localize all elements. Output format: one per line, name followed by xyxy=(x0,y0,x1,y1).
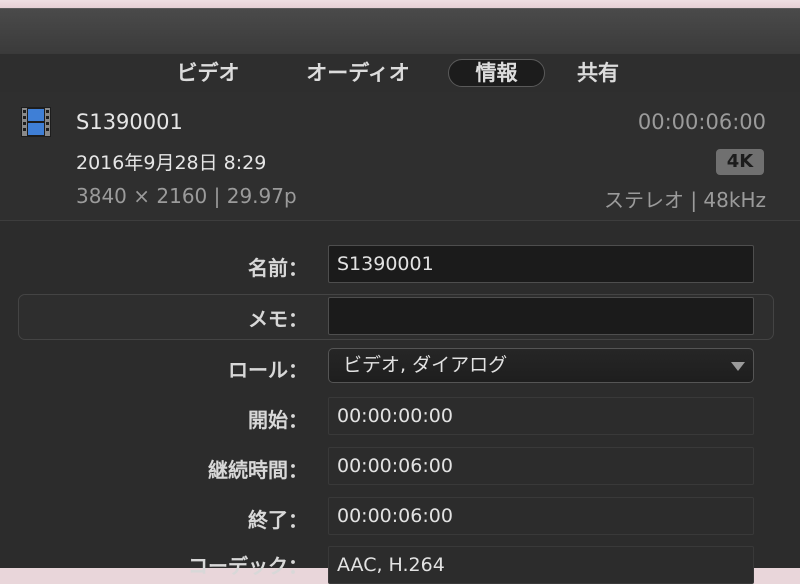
resolution-badge: 4K xyxy=(716,149,764,175)
end-field: 00:00:06:00 xyxy=(328,497,754,535)
end-label: 終了： xyxy=(248,508,308,532)
clip-audio-format: ステレオ | 48kHz xyxy=(603,188,766,212)
clip-summary-header: S1390001 00:00:06:00 2016年9月28日 8:29 4K … xyxy=(0,92,800,221)
name-label: 名前： xyxy=(248,256,308,280)
role-label: ロール： xyxy=(228,358,308,382)
role-value: ビデオ, ダイアログ xyxy=(343,354,508,376)
tab-audio[interactable]: オーディオ xyxy=(292,59,424,87)
start-field: 00:00:00:00 xyxy=(328,397,754,435)
name-value: S1390001 xyxy=(337,253,434,275)
film-clip-icon xyxy=(21,107,51,137)
memo-field[interactable] xyxy=(328,297,754,335)
tab-video[interactable]: ビデオ xyxy=(168,59,248,87)
codec-value: AAC, H.264 xyxy=(337,554,445,576)
desktop-background-strip xyxy=(0,0,800,8)
window-titlebar xyxy=(0,8,800,55)
clip-name: S1390001 xyxy=(76,110,183,134)
tab-share[interactable]: 共有 xyxy=(566,59,630,87)
memo-label: メモ： xyxy=(248,307,308,331)
chevron-down-icon xyxy=(731,362,745,371)
info-inspector: ビデオ オーディオ 情報 共有 S1390001 00:00:06:00 201… xyxy=(0,54,800,584)
name-field[interactable]: S1390001 xyxy=(328,245,754,283)
clip-date: 2016年9月28日 8:29 xyxy=(76,152,267,174)
tab-info[interactable]: 情報 xyxy=(448,59,545,87)
codec-field: AAC, H.264 xyxy=(328,546,754,584)
duration-value: 00:00:06:00 xyxy=(337,455,453,477)
start-label: 開始： xyxy=(248,408,308,432)
end-value: 00:00:06:00 xyxy=(337,505,453,527)
inspector-tab-bar: ビデオ オーディオ 情報 共有 xyxy=(0,54,800,92)
start-value: 00:00:00:00 xyxy=(337,405,453,427)
clip-duration: 00:00:06:00 xyxy=(637,110,766,134)
codec-label: コーデック： xyxy=(188,554,308,578)
clip-resolution-framerate: 3840 × 2160 | 29.97p xyxy=(76,184,297,208)
role-popup[interactable]: ビデオ, ダイアログ xyxy=(328,348,754,383)
duration-label: 継続時間： xyxy=(208,458,308,482)
metadata-fields: 名前： S1390001 メモ： ロール： ビデオ, ダイアログ 開始： 00:… xyxy=(0,221,800,584)
duration-field: 00:00:06:00 xyxy=(328,447,754,485)
